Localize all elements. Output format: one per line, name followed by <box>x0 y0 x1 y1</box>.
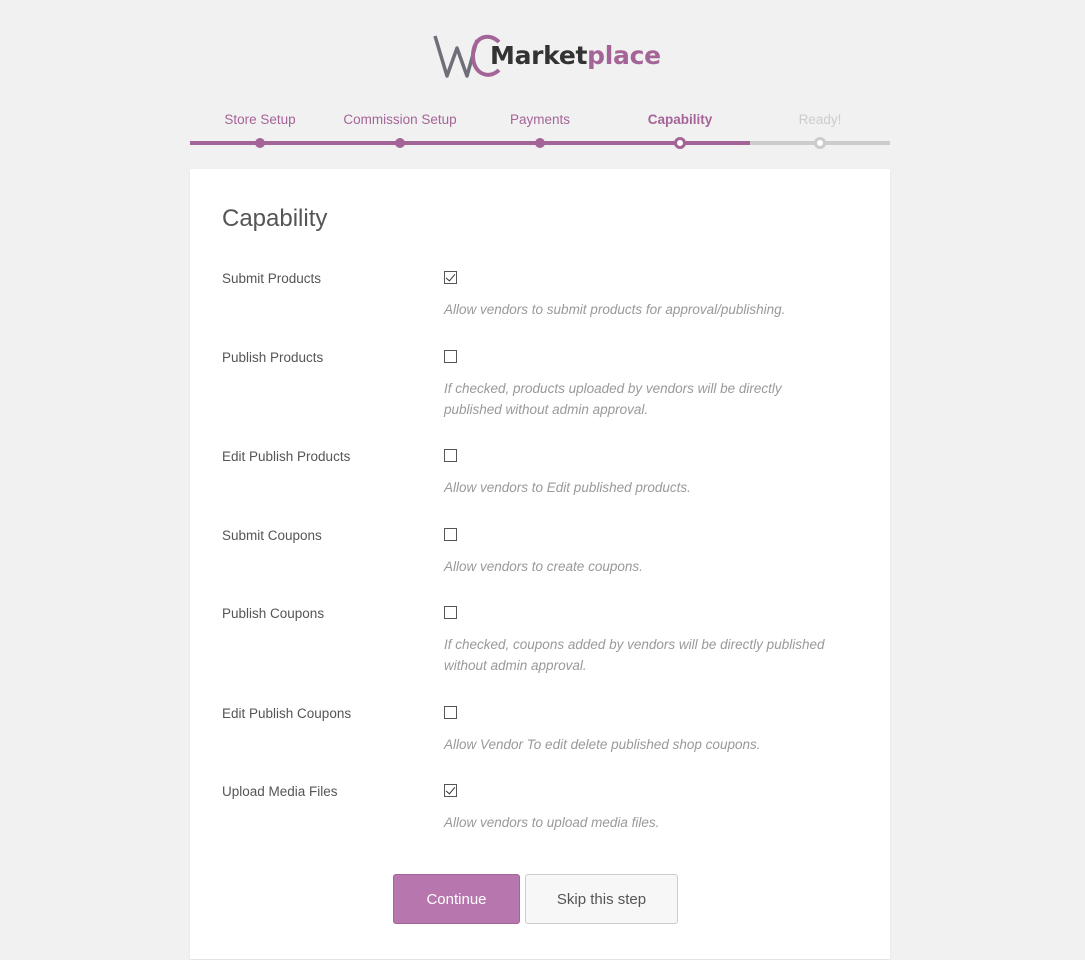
label-submit-products: Submit Products <box>222 271 322 286</box>
desc-publish-products: If checked, products uploaded by vendors… <box>444 381 782 417</box>
step-dot-ready <box>814 137 826 149</box>
step-payments[interactable]: Payments <box>470 112 610 127</box>
checkbox-publish-coupons[interactable] <box>444 606 457 619</box>
step-capability: Capability <box>647 112 713 127</box>
desc-submit-products: Allow vendors to submit products for app… <box>444 302 786 317</box>
step-commission-setup[interactable]: Commission Setup <box>330 112 470 127</box>
step-dot-capability <box>674 137 686 149</box>
skip-step-button[interactable]: Skip this step <box>525 874 678 924</box>
label-upload-media-files: Upload Media Files <box>222 784 338 799</box>
continue-button[interactable]: Continue <box>393 874 520 924</box>
capability-card: Capability Submit Products Allow vendors… <box>190 169 890 959</box>
steps-track-done <box>190 141 750 145</box>
desc-edit-publish-products: Allow vendors to Edit published products… <box>444 480 691 495</box>
logo-wordmark: Marketplace <box>490 41 661 70</box>
desc-edit-publish-coupons: Allow Vendor To edit delete published sh… <box>444 737 761 752</box>
label-submit-coupons: Submit Coupons <box>222 528 322 543</box>
check-icon <box>445 271 456 282</box>
label-publish-products: Publish Products <box>222 350 324 365</box>
step-dot-commission-setup <box>395 138 405 148</box>
step-store-setup[interactable]: Store Setup <box>190 112 330 127</box>
label-edit-publish-products: Edit Publish Products <box>222 449 351 464</box>
wc-marketplace-logo: Marketplace <box>433 30 661 82</box>
logo-word-market: Market <box>490 41 588 70</box>
label-publish-coupons: Publish Coupons <box>222 606 325 621</box>
checkbox-upload-media-files[interactable] <box>444 784 457 797</box>
step-ready: Ready! <box>798 112 842 127</box>
logo-word-place: place <box>587 41 661 70</box>
checkbox-publish-products[interactable] <box>444 350 457 363</box>
check-icon <box>445 784 456 795</box>
label-edit-publish-coupons: Edit Publish Coupons <box>222 706 352 721</box>
step-dot-payments <box>535 138 545 148</box>
desc-publish-coupons: If checked, coupons added by vendors wil… <box>444 637 825 673</box>
page-title: Capability <box>222 205 328 232</box>
step-dot-store-setup <box>255 138 265 148</box>
checkbox-edit-publish-products[interactable] <box>444 449 457 462</box>
desc-submit-coupons: Allow vendors to create coupons. <box>444 559 643 574</box>
desc-upload-media-files: Allow vendors to upload media files. <box>444 815 660 830</box>
setup-steps: Store Setup Commission Setup Payments Ca… <box>190 108 890 149</box>
checkbox-submit-coupons[interactable] <box>444 528 457 541</box>
checkbox-submit-products[interactable] <box>444 271 457 284</box>
checkbox-edit-publish-coupons[interactable] <box>444 706 457 719</box>
